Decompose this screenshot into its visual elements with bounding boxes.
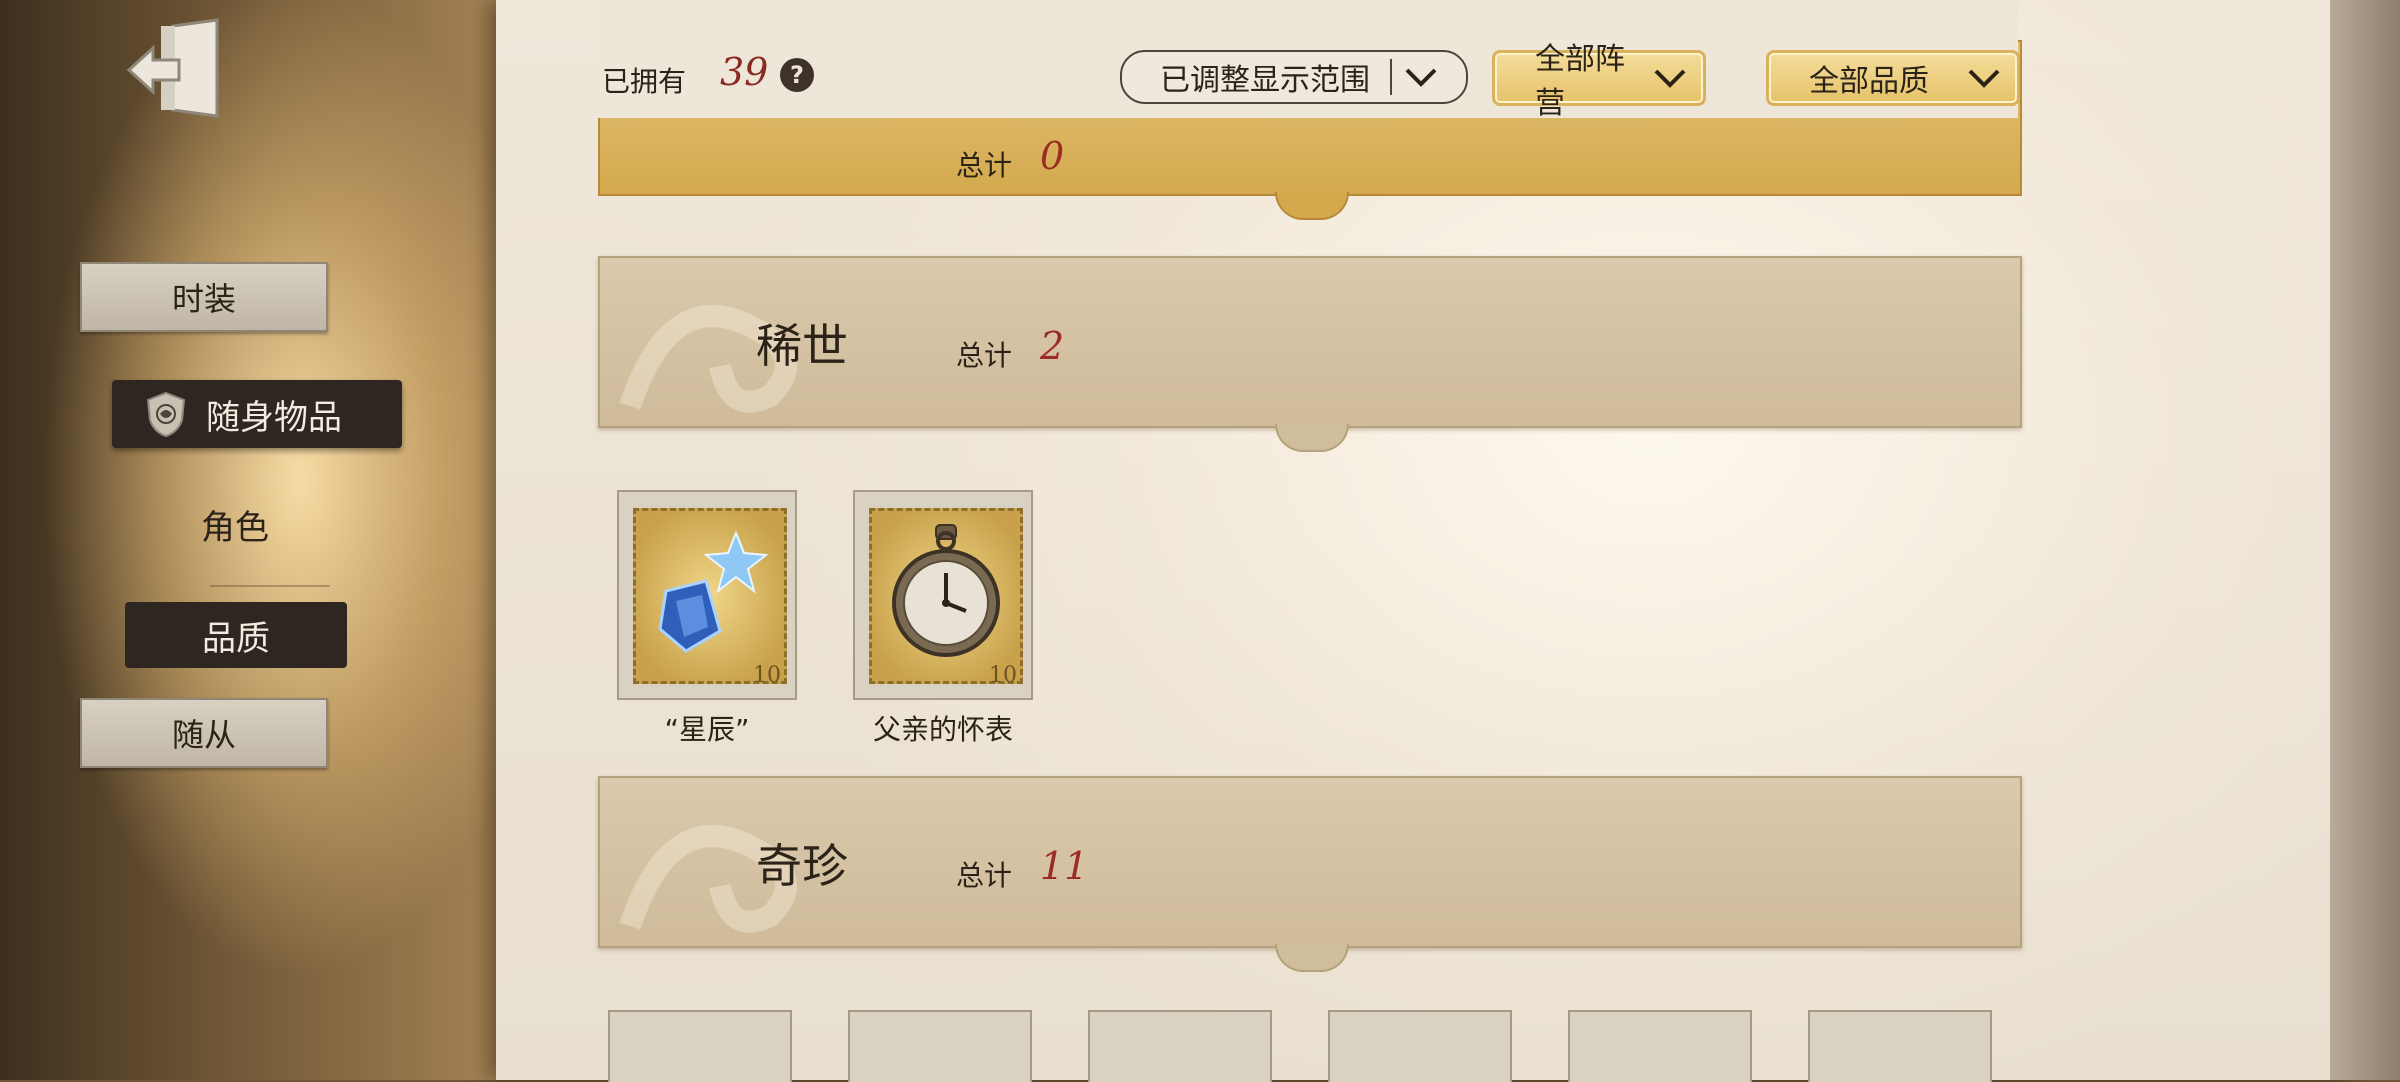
owned-label: 已拥有 [602, 65, 687, 98]
item-name: “星辰” [664, 713, 750, 746]
item-card[interactable]: 10 “星辰” [612, 490, 802, 748]
item-stamp: 10 [617, 490, 797, 700]
item-card-partial[interactable] [1328, 1010, 1512, 1082]
item-stamp-frame [633, 508, 787, 684]
display-range-dropdown[interactable]: 已调整显示范围 [1120, 50, 1468, 104]
shield-emblem-icon [146, 391, 186, 438]
nav-carried-items[interactable]: 随身物品 [112, 380, 402, 448]
item-name: 父亲的怀表 [872, 713, 1013, 746]
star-crystal-icon [658, 530, 769, 653]
display-range-label: 已调整显示范围 [1160, 63, 1370, 98]
nav-character[interactable]: 角色 [120, 494, 350, 554]
nav-follower-label: 随从 [171, 716, 236, 754]
nav-character-label: 角色 [201, 507, 269, 548]
item-stamp-frame [869, 508, 1023, 684]
exit-button[interactable] [125, 18, 225, 122]
quality-label: 全部品质 [1809, 64, 1929, 99]
item-stamp: 10 [853, 490, 1033, 700]
item-card-partial[interactable] [1088, 1010, 1272, 1082]
nav-quality-label: 品质 [202, 618, 270, 659]
exit-door-icon [126, 18, 219, 118]
section-total-label: 总计 [956, 339, 1013, 372]
nav-carried-items-label: 随身物品 [206, 397, 342, 438]
owned-count: 39 [720, 50, 769, 94]
section-banner-rare: 稀世 总计 2 [598, 256, 2022, 452]
chevron-down-icon [1968, 69, 2000, 88]
page-edge [2330, 0, 2400, 1080]
section-total-label: 总计 [956, 149, 1013, 182]
faction-label: 全部阵营 [1535, 42, 1625, 121]
chevron-down-icon [1405, 68, 1437, 87]
item-card-partial[interactable] [848, 1010, 1032, 1082]
stamp-number: 10 [989, 663, 1017, 688]
help-icon[interactable]: ? [780, 58, 814, 92]
pocket-watch-icon [892, 524, 1000, 657]
section-title: 稀世 [756, 319, 848, 373]
item-card-partial[interactable] [1568, 1010, 1752, 1082]
section-title: 奇珍 [756, 839, 848, 893]
nav-follower[interactable]: 随从 [80, 698, 328, 768]
section-total-label: 总计 [956, 859, 1013, 892]
item-card-partial[interactable] [1808, 1010, 1992, 1082]
nav-divider [210, 585, 330, 587]
dropdown-separator [1390, 59, 1392, 95]
stamp-number: 10 [753, 663, 781, 688]
item-card-partial[interactable] [608, 1010, 792, 1082]
quality-dropdown[interactable]: 全部品质 [1766, 50, 2020, 106]
nav-fashion-label: 时装 [171, 280, 236, 318]
faction-dropdown[interactable]: 全部阵营 [1492, 42, 1706, 121]
help-glyph: ? [790, 61, 804, 89]
nav-quality[interactable]: 品质 [125, 602, 347, 668]
section-total-count: 11 [1040, 844, 1089, 888]
section-total-count: 0 [1040, 134, 1065, 178]
nav-fashion[interactable]: 时装 [80, 262, 328, 332]
section-banner-treasure: 奇珍 总计 11 [598, 776, 2022, 972]
section-total-count: 2 [1040, 324, 1065, 368]
chevron-down-icon [1654, 69, 1686, 88]
item-card[interactable]: 10 父亲的怀表 [848, 490, 1038, 748]
